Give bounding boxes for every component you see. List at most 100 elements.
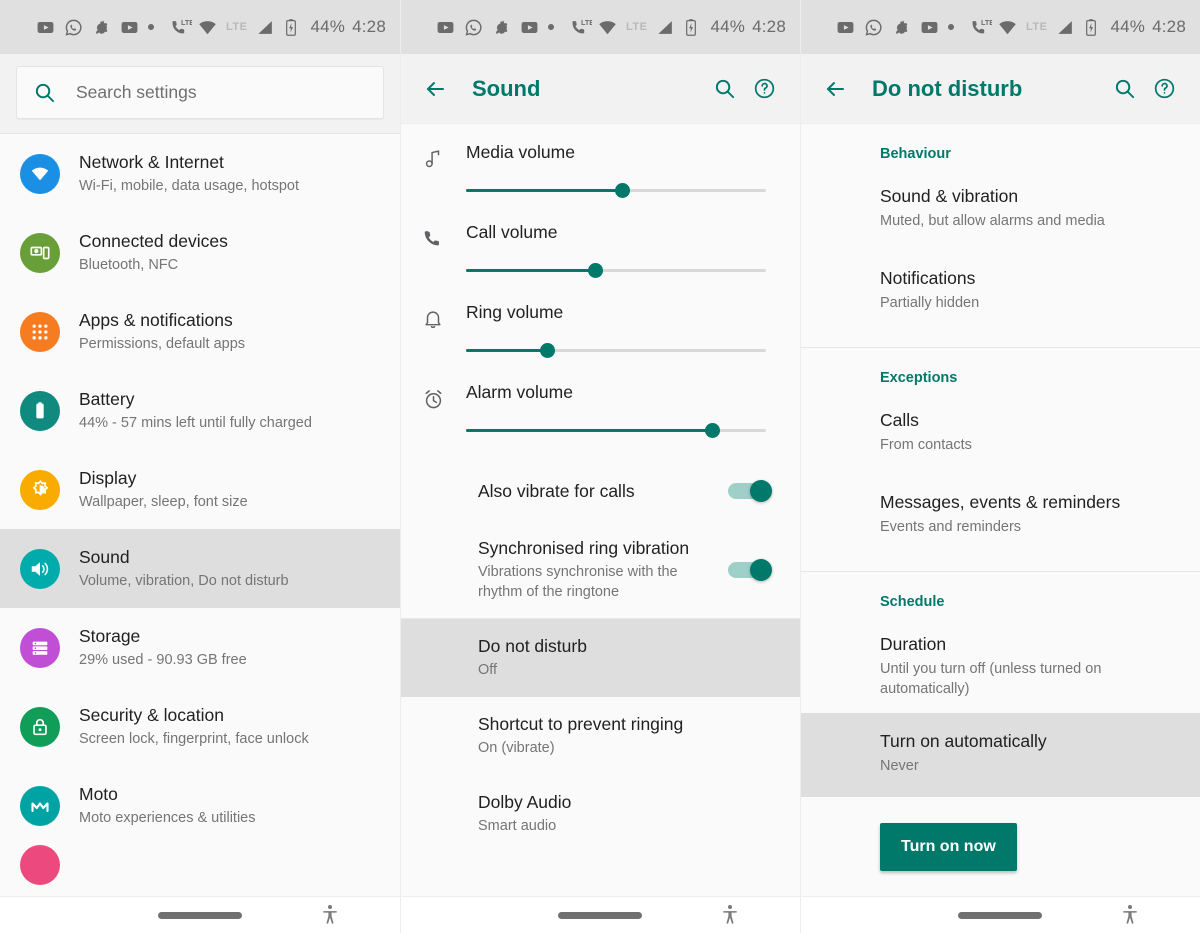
- youtube-icon: [520, 18, 539, 37]
- status-system-icons: LTE LTE: [170, 18, 303, 37]
- home-pill[interactable]: [958, 911, 1042, 919]
- whatsapp-icon: [864, 18, 883, 37]
- row-title: Shortcut to prevent ringing: [478, 713, 684, 734]
- row-subtitle: From contacts: [880, 437, 972, 454]
- row-title: Duration: [880, 634, 947, 655]
- sidebar-item-battery[interactable]: Battery 44% - 57 mins left until fully c…: [0, 371, 400, 450]
- sidebar-item-display[interactable]: Display Wallpaper, sleep, font size: [0, 450, 400, 529]
- ring-volume-row[interactable]: Ring volume: [400, 284, 800, 364]
- panel-separator: [400, 0, 401, 933]
- call-volume-row[interactable]: Call volume: [400, 204, 800, 284]
- search-icon[interactable]: [704, 77, 744, 100]
- svg-text:LTE: LTE: [581, 18, 592, 27]
- ring-volume-slider[interactable]: [466, 342, 766, 358]
- sidebar-item-storage[interactable]: Storage 29% used - 90.93 GB free: [0, 608, 400, 687]
- sidebar-item-connected-devices[interactable]: Connected devices Bluetooth, NFC: [0, 213, 400, 292]
- accessibility-icon[interactable]: [320, 904, 340, 926]
- home-pill[interactable]: [158, 911, 242, 919]
- media-volume-slider[interactable]: [466, 182, 766, 198]
- battery-percent: 44%: [1110, 17, 1146, 36]
- dolby-audio-row[interactable]: Dolby Audio Smart audio: [400, 775, 800, 853]
- signal-bars-icon: [256, 18, 275, 37]
- search-input[interactable]: Search settings: [16, 66, 384, 119]
- call-volume-slider[interactable]: [466, 262, 766, 278]
- sidebar-item-security[interactable]: Security & location Screen lock, fingerp…: [0, 687, 400, 766]
- sidebar-item-moto[interactable]: Moto Moto experiences & utilities: [0, 766, 400, 845]
- sound-app-bar: Sound: [400, 54, 800, 124]
- row-subtitle: Smart audio: [478, 817, 557, 834]
- home-pill[interactable]: [558, 911, 642, 919]
- media-volume-row[interactable]: Media volume: [400, 124, 800, 204]
- row-subtitle: Muted, but allow alarms and media: [880, 213, 1105, 229]
- sidebar-item-title: Display: [79, 467, 137, 488]
- sidebar-item-subtitle: Wallpaper, sleep, font size: [79, 493, 248, 510]
- overflow-dot-icon: [948, 24, 955, 30]
- alarm-volume-row[interactable]: Alarm volume: [400, 364, 800, 444]
- panel-separator: [800, 0, 801, 933]
- slider-thumb[interactable]: [539, 343, 555, 358]
- svg-text:LTE: LTE: [981, 18, 992, 27]
- sidebar-item-title: Network & Internet: [79, 151, 224, 172]
- turn-on-automatically-row[interactable]: Turn on automatically Never: [800, 713, 1200, 797]
- toggle-title: Also vibrate for calls: [478, 480, 635, 501]
- overflow-dot-icon: [548, 24, 555, 30]
- battery-charging-icon: [684, 18, 703, 37]
- sync-ring-vibration-toggle[interactable]: [728, 559, 778, 582]
- help-icon[interactable]: [744, 77, 784, 100]
- turn-on-now-button[interactable]: Turn on now: [880, 822, 1017, 871]
- search-placeholder: Search settings: [76, 82, 197, 102]
- row-title: Dolby Audio: [478, 791, 572, 812]
- search-icon[interactable]: [1104, 77, 1144, 100]
- volume-label: Call volume: [466, 222, 558, 242]
- sidebar-item-apps[interactable]: Apps & notifications Permissions, defaul…: [0, 292, 400, 371]
- slider-thumb[interactable]: [614, 183, 630, 198]
- alarm-volume-slider[interactable]: [466, 422, 766, 438]
- row-subtitle: Partially hidden: [880, 294, 980, 311]
- phone-lte-icon: LTE: [970, 18, 992, 37]
- row-title: Do not disturb: [478, 635, 587, 656]
- wifi-icon: [20, 153, 60, 194]
- do-not-disturb-row[interactable]: Do not disturb Off: [400, 619, 800, 698]
- shortcut-prevent-ringing-row[interactable]: Shortcut to prevent ringing On (vibrate): [400, 697, 800, 775]
- back-arrow-icon[interactable]: [816, 77, 854, 101]
- slider-fill: [466, 349, 547, 352]
- sidebar-item-sound[interactable]: Sound Volume, vibration, Do not disturb: [0, 529, 400, 608]
- duration-row[interactable]: Duration Until you turn off (unless turn…: [800, 622, 1200, 713]
- back-arrow-icon[interactable]: [416, 77, 454, 101]
- youtube-icon: [36, 18, 55, 37]
- screenshot-root: LTE LTE 44% 4:28 Searc: [0, 0, 1200, 933]
- help-icon[interactable]: [1144, 77, 1184, 100]
- messages-events-reminders-row[interactable]: Messages, events & reminders Events and …: [800, 470, 1200, 552]
- phone-lte-icon: LTE: [570, 18, 592, 37]
- music-note-icon: [400, 142, 466, 170]
- accounts-icon: [20, 845, 60, 885]
- accessibility-icon[interactable]: [1120, 904, 1140, 926]
- volume-label: Ring volume: [466, 302, 564, 322]
- also-vibrate-toggle[interactable]: [728, 480, 778, 502]
- slider-thumb[interactable]: [704, 423, 720, 438]
- slider-fill: [466, 189, 622, 192]
- notifications-row[interactable]: Notifications Partially hidden: [800, 246, 1200, 328]
- bell-icon: [400, 302, 466, 330]
- search-icon: [33, 81, 56, 104]
- lock-icon: [20, 706, 60, 747]
- slider-fill: [466, 269, 595, 272]
- sidebar-item-partial[interactable]: [0, 845, 400, 885]
- uc-browser-icon: [492, 18, 511, 37]
- uc-browser-icon: [892, 18, 911, 37]
- section-header-schedule: Schedule: [880, 594, 945, 611]
- page-title: Do not disturb: [872, 75, 1023, 101]
- sidebar-item-title: Security & location: [79, 704, 224, 725]
- row-title: Sound & vibration: [880, 186, 1019, 206]
- sync-ring-vibration-row[interactable]: Synchronised ring vibration Vibrations s…: [400, 522, 800, 618]
- sidebar-item-network[interactable]: Network & Internet Wi-Fi, mobile, data u…: [0, 134, 400, 213]
- volume-label: Media volume: [466, 142, 575, 162]
- signal-bars-icon: [1056, 18, 1075, 37]
- volume-icon: [20, 548, 60, 589]
- slider-thumb[interactable]: [587, 263, 603, 278]
- calls-row[interactable]: Calls From contacts: [800, 398, 1200, 470]
- also-vibrate-row[interactable]: Also vibrate for calls: [400, 460, 800, 522]
- sound-vibration-row[interactable]: Sound & vibration Muted, but allow alarm…: [800, 174, 1200, 246]
- youtube-icon: [836, 18, 855, 37]
- accessibility-icon[interactable]: [720, 904, 740, 926]
